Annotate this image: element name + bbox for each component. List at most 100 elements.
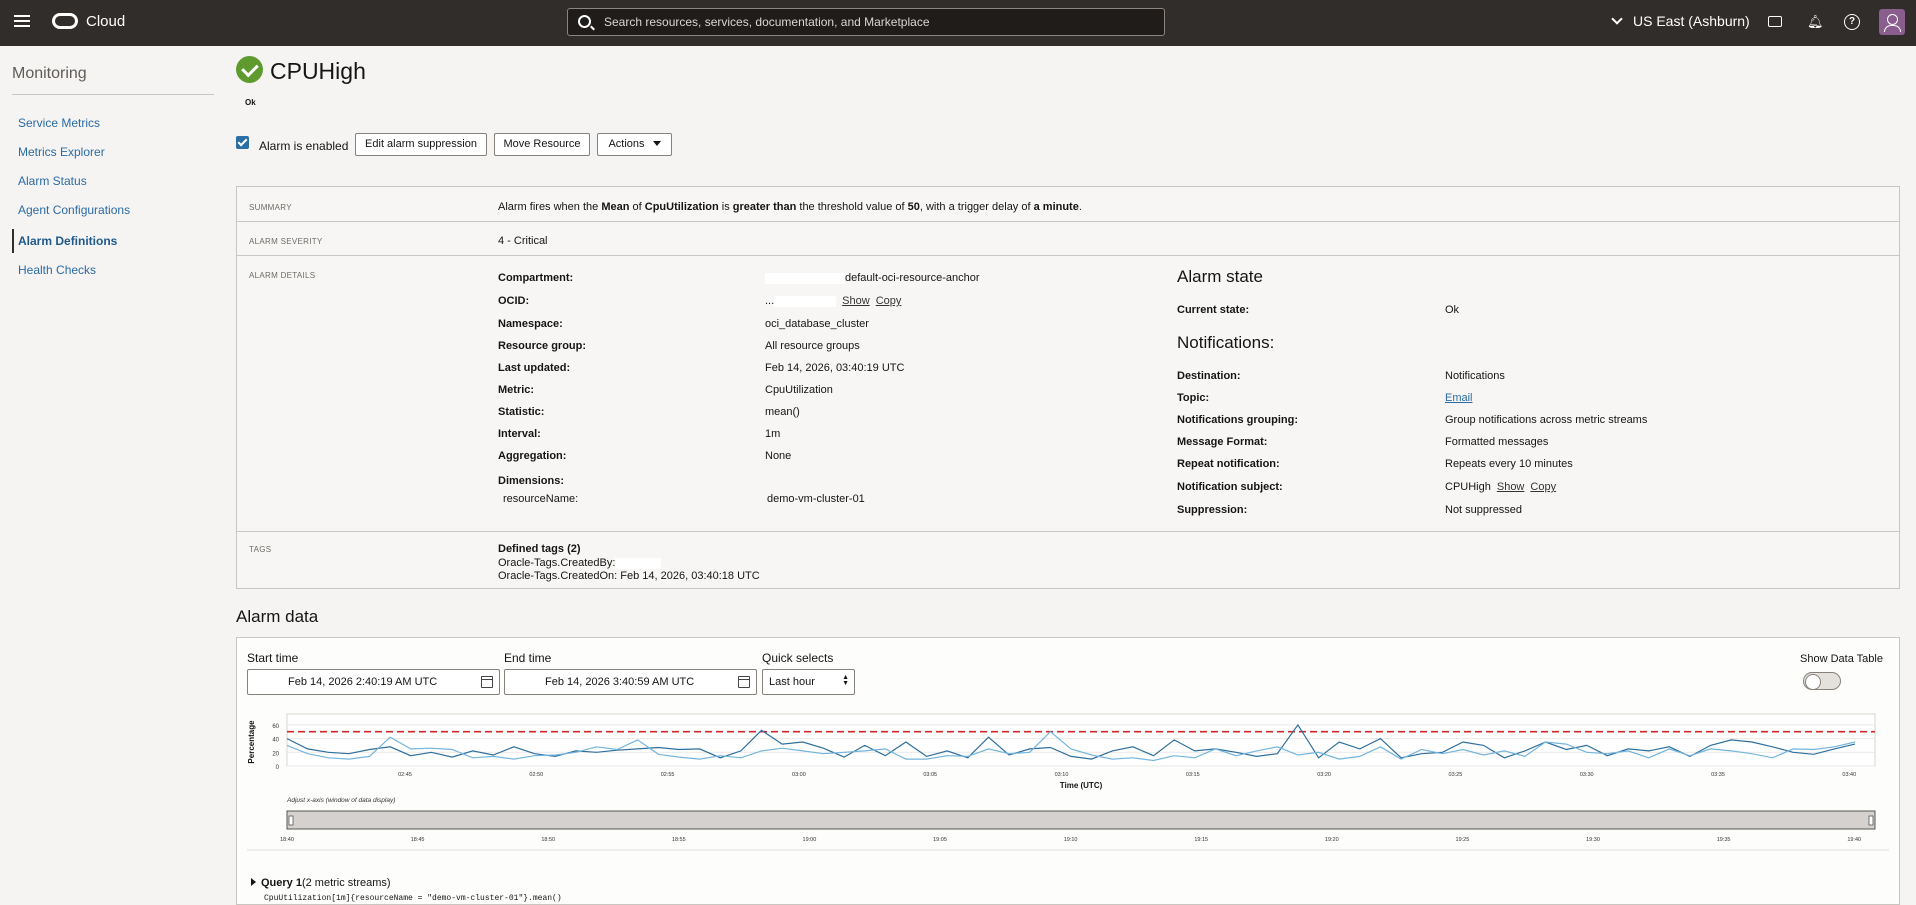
quick-selects-dropdown[interactable]: Last hour ▲ ▼ bbox=[762, 669, 855, 695]
compartment-value: default-oci-resource-anchor bbox=[765, 272, 980, 284]
x-tick-label: 03:40 bbox=[1842, 772, 1856, 778]
sidebar-item-alarm-status[interactable]: Alarm Status bbox=[18, 174, 87, 188]
severity-label: ALARM SEVERITY bbox=[249, 237, 323, 246]
chevron-down-icon bbox=[1611, 13, 1623, 25]
x-tick-label: 03:15 bbox=[1186, 772, 1200, 778]
move-resource-button[interactable]: Move Resource bbox=[494, 133, 590, 156]
navigator-tick-label: 19:15 bbox=[1194, 837, 1208, 843]
query-expression: CpuUtilization[1m]{resourceName = "demo-… bbox=[264, 894, 562, 903]
x-tick-label: 03:20 bbox=[1317, 772, 1331, 778]
statistic-key: Statistic: bbox=[498, 406, 545, 418]
ocid-key: OCID: bbox=[498, 295, 530, 307]
y-tick-label: 0 bbox=[276, 765, 280, 771]
end-time-label: End time bbox=[504, 651, 552, 665]
severity-value: 4 - Critical bbox=[498, 235, 548, 247]
alarm-enabled-checkbox[interactable] bbox=[236, 136, 249, 149]
navigator-tick-label: 18:45 bbox=[411, 837, 425, 843]
x-tick-label: 03:25 bbox=[1449, 772, 1463, 778]
sidebar-item-agent-configurations[interactable]: Agent Configurations bbox=[18, 203, 130, 217]
expand-triangle-icon bbox=[251, 878, 256, 886]
suppression-value: Not suppressed bbox=[1445, 504, 1523, 516]
last-updated-key: Last updated: bbox=[498, 362, 571, 374]
hamburger-menu-icon[interactable] bbox=[14, 15, 30, 29]
help-icon[interactable]: ? bbox=[1844, 14, 1860, 30]
message-format-value: Formatted messages bbox=[1445, 436, 1549, 448]
sidebar-item-alarm-definitions[interactable]: Alarm Definitions bbox=[18, 234, 117, 248]
topic-email-link[interactable]: Email bbox=[1445, 392, 1473, 404]
defined-tags-heading: Defined tags (2) bbox=[498, 543, 581, 555]
adjust-x-axis-label: Adjust x-axis (window of data display) bbox=[286, 797, 395, 804]
notifications-grouping-value: Group notifications across metric stream… bbox=[1445, 414, 1648, 426]
row-divider bbox=[237, 221, 1899, 222]
navigator-tick-label: 19:40 bbox=[1847, 837, 1861, 843]
navigator-tick-label: 19:35 bbox=[1717, 837, 1731, 843]
status-label: Ok bbox=[245, 98, 256, 107]
resource-name-key: resourceName: bbox=[503, 493, 579, 505]
sidebar-item-metrics-explorer[interactable]: Metrics Explorer bbox=[18, 145, 105, 159]
console-icon[interactable] bbox=[1768, 16, 1782, 27]
resource-name-value: demo-vm-cluster-01 bbox=[767, 493, 865, 505]
x-tick-label: 03:30 bbox=[1580, 772, 1594, 778]
sidebar-title: Monitoring bbox=[12, 65, 87, 82]
query-title: Query 1 bbox=[261, 877, 302, 889]
calendar-icon[interactable] bbox=[481, 676, 493, 688]
sidebar: Monitoring Service Metrics Metrics Explo… bbox=[0, 46, 220, 905]
sidebar-item-service-metrics[interactable]: Service Metrics bbox=[18, 116, 100, 130]
edit-alarm-suppression-button[interactable]: Edit alarm suppression bbox=[355, 133, 487, 156]
user-avatar-icon[interactable] bbox=[1879, 9, 1905, 35]
show-data-table-label: Show Data Table bbox=[1800, 653, 1883, 665]
search-input[interactable]: Search resources, services, documentatio… bbox=[567, 8, 1165, 36]
namespace-value: oci_database_cluster bbox=[765, 318, 869, 330]
end-time-input[interactable]: Feb 14, 2026 3:40:59 AM UTC bbox=[504, 669, 757, 695]
resource-group-key: Resource group: bbox=[498, 340, 587, 352]
slider-right-handle bbox=[1868, 815, 1874, 826]
actions-label: Actions bbox=[608, 138, 645, 150]
subject-copy-link[interactable]: Copy bbox=[1530, 481, 1556, 493]
subject-show-link[interactable]: Show bbox=[1497, 481, 1525, 493]
compartment-key: Compartment: bbox=[498, 272, 574, 284]
top-bar: Cloud Search resources, services, docume… bbox=[0, 0, 1916, 46]
interval-key: Interval: bbox=[498, 428, 541, 440]
search-icon bbox=[578, 15, 591, 28]
current-state-value: Ok bbox=[1445, 304, 1460, 316]
details-label: ALARM DETAILS bbox=[249, 271, 316, 280]
y-tick-label: 60 bbox=[272, 724, 279, 730]
bell-icon[interactable]: 🔔︎ bbox=[1807, 14, 1824, 30]
quick-selects-value: Last hour bbox=[769, 676, 815, 688]
ocid-copy-link[interactable]: Copy bbox=[876, 295, 902, 307]
alarm-enabled-label: Alarm is enabled bbox=[259, 139, 349, 153]
notification-subject-value: CPUHigh Show Copy bbox=[1445, 481, 1557, 493]
page-title: CPUHigh bbox=[270, 58, 366, 84]
statistic-value: mean() bbox=[765, 406, 800, 418]
repeat-notification-value: Repeats every 10 minutes bbox=[1445, 458, 1573, 470]
brand-name[interactable]: Cloud bbox=[86, 13, 125, 30]
x-tick-label: 02:50 bbox=[529, 772, 543, 778]
slider-left-handle bbox=[288, 815, 294, 826]
summary-text: Alarm fires when the Mean of CpuUtilizat… bbox=[498, 201, 1082, 213]
tag-created-on: Oracle-Tags.CreatedOn: Feb 14, 2026, 03:… bbox=[498, 570, 760, 582]
ocid-show-link[interactable]: Show bbox=[842, 295, 870, 307]
search-placeholder: Search resources, services, documentatio… bbox=[604, 15, 930, 29]
sidebar-item-health-checks[interactable]: Health Checks bbox=[18, 263, 96, 277]
tags-label: TAGS bbox=[249, 545, 272, 554]
oracle-logo-icon[interactable] bbox=[52, 13, 78, 29]
metric-value: CpuUtilization bbox=[765, 384, 833, 396]
row-divider bbox=[237, 255, 1899, 256]
start-time-input[interactable]: Feb 14, 2026 2:40:19 AM UTC bbox=[247, 669, 500, 695]
notification-subject-key: Notification subject: bbox=[1177, 481, 1283, 493]
navigator-tick-label: 19:10 bbox=[1064, 837, 1078, 843]
alarm-details-panel: SUMMARY Alarm fires when the Mean of Cpu… bbox=[236, 186, 1900, 589]
x-tick-label: 03:10 bbox=[1055, 772, 1069, 778]
show-data-table-toggle[interactable] bbox=[1803, 672, 1841, 690]
actions-button[interactable]: Actions bbox=[597, 133, 672, 156]
end-time-value: Feb 14, 2026 3:40:59 AM UTC bbox=[545, 676, 695, 688]
sidebar-divider bbox=[12, 94, 214, 95]
region-selector[interactable]: US East (Ashburn) bbox=[1611, 13, 1750, 29]
x-tick-label: 02:55 bbox=[661, 772, 675, 778]
navigator-tick-label: 18:55 bbox=[672, 837, 686, 843]
aggregation-value: None bbox=[765, 450, 792, 462]
calendar-icon[interactable] bbox=[738, 676, 750, 688]
query-toggle[interactable]: Query 1(2 metric streams) bbox=[251, 877, 391, 889]
region-label: US East (Ashburn) bbox=[1633, 13, 1750, 29]
x-tick-label: 03:00 bbox=[792, 772, 806, 778]
